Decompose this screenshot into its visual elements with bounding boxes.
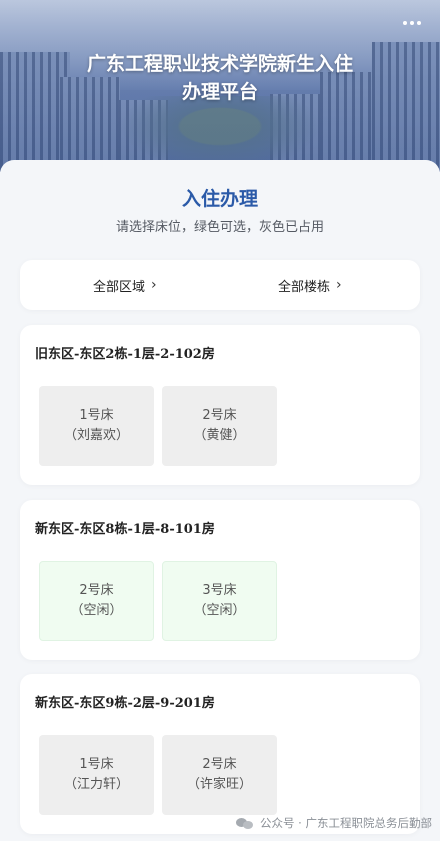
bed-available[interactable]: 2号床 （空闲） bbox=[39, 561, 154, 641]
chevron-right-icon: › bbox=[336, 277, 342, 293]
bed-occupied[interactable]: 2号床 （黄健） bbox=[162, 386, 277, 466]
area-filter-label: 全部区域 bbox=[93, 279, 146, 295]
building-filter[interactable]: 全部楼栋 › bbox=[278, 260, 342, 310]
page-title: 入住办理 bbox=[181, 188, 258, 210]
bed-occupied[interactable]: 2号床 （许家旺） bbox=[162, 735, 277, 815]
filter-bar: 全部区域 › 全部楼栋 › bbox=[20, 260, 420, 310]
chevron-right-icon: › bbox=[151, 277, 157, 293]
app-title: 广东工程职业技术学院新生入住 办理平台 bbox=[86, 53, 353, 103]
building-filter-label: 全部楼栋 bbox=[278, 279, 331, 295]
bed-occupant: （江力轩） bbox=[63, 777, 129, 792]
bed-occupied[interactable]: 1号床 （江力轩） bbox=[39, 735, 154, 815]
bed-occupant: （刘嘉欢） bbox=[63, 428, 129, 443]
room-card: 新东区-东区9栋-2层-9-201房 1号床 （江力轩） 2号床 （许家旺） bbox=[20, 674, 420, 834]
bed-occupied[interactable]: 1号床 （刘嘉欢） bbox=[39, 386, 154, 466]
bed-occupant: （空闲） bbox=[193, 603, 246, 618]
bed-number: 2号床 bbox=[202, 757, 237, 772]
bed-number: 3号床 bbox=[202, 583, 237, 598]
bed-number: 1号床 bbox=[79, 757, 114, 772]
bed-occupant: （许家旺） bbox=[186, 777, 252, 792]
room-title: 新东区-东区9栋-2层-9-201房 bbox=[35, 696, 215, 711]
bed-available[interactable]: 3号床 （空闲） bbox=[162, 561, 277, 641]
header-banner: 广东工程职业技术学院新生入住 办理平台 bbox=[0, 0, 440, 172]
main-panel: 入住办理 请选择床位，绿色可选，灰色已占用 全部区域 › 全部楼栋 › 旧东区-… bbox=[0, 160, 440, 841]
room-title: 新东区-东区8栋-1层-8-101房 bbox=[35, 522, 215, 537]
wechat-icon bbox=[236, 816, 254, 830]
room-card: 旧东区-东区2栋-1层-2-102房 1号床 （刘嘉欢） 2号床 （黄健） bbox=[20, 325, 420, 485]
watermark-text: 公众号 · 广东工程职院总务后勤部 bbox=[260, 816, 432, 830]
bed-number: 2号床 bbox=[79, 583, 114, 598]
room-title: 旧东区-东区2栋-1层-2-102房 bbox=[35, 347, 215, 362]
bed-occupant: （空闲） bbox=[70, 603, 123, 618]
page-subtitle: 请选择床位，绿色可选，灰色已占用 bbox=[115, 220, 324, 235]
area-filter[interactable]: 全部区域 › bbox=[93, 260, 157, 310]
bed-occupant: （黄健） bbox=[193, 428, 246, 443]
more-dots-icon[interactable] bbox=[398, 12, 426, 34]
room-card: 新东区-东区8栋-1层-8-101房 2号床 （空闲） 3号床 （空闲） bbox=[20, 500, 420, 660]
bed-number: 1号床 bbox=[79, 408, 114, 423]
bed-number: 2号床 bbox=[202, 408, 237, 423]
watermark: 公众号 · 广东工程职院总务后勤部 bbox=[236, 815, 432, 831]
